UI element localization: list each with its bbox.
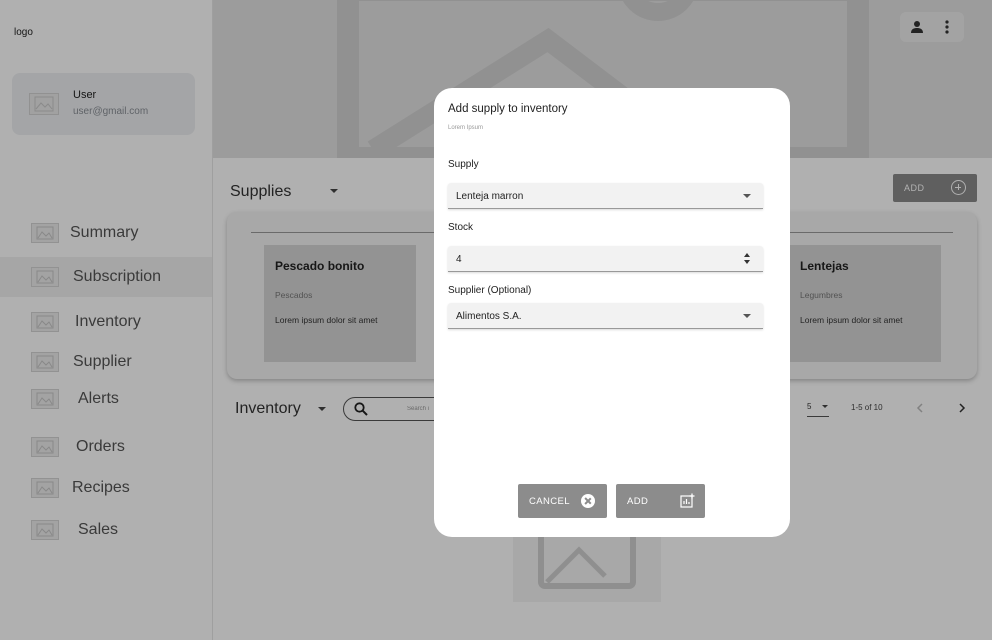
dialog-subtitle: Lorem Ipsum (448, 125, 484, 131)
increment-icon[interactable] (744, 253, 750, 257)
supplier-value: Alimentos S.A. (456, 311, 522, 322)
stock-label: Stock (448, 222, 474, 233)
cancel-circle-icon (581, 494, 595, 508)
add-button[interactable]: ADD (616, 484, 705, 518)
add-label: ADD (627, 496, 649, 507)
stock-value: 4 (456, 254, 462, 265)
add-chart-icon (680, 493, 695, 508)
supply-select[interactable]: Lenteja marron (448, 183, 763, 209)
supplier-label: Supplier (Optional) (448, 285, 532, 296)
chevron-down-icon (743, 194, 751, 198)
add-supply-dialog: Add supply to inventory Lorem Ipsum Supp… (434, 88, 790, 537)
cancel-button[interactable]: CANCEL (518, 484, 607, 518)
app-root: logo User user@gmail.com Summary Subscri… (0, 0, 992, 640)
decrement-icon[interactable] (744, 260, 750, 264)
cancel-label: CANCEL (529, 496, 570, 507)
dialog-title: Add supply to inventory (448, 103, 568, 115)
chevron-down-icon (743, 314, 751, 318)
supply-value: Lenteja marron (456, 191, 524, 202)
supplier-select[interactable]: Alimentos S.A. (448, 303, 763, 329)
supply-label: Supply (448, 159, 479, 170)
stock-stepper[interactable]: 4 (448, 246, 763, 272)
